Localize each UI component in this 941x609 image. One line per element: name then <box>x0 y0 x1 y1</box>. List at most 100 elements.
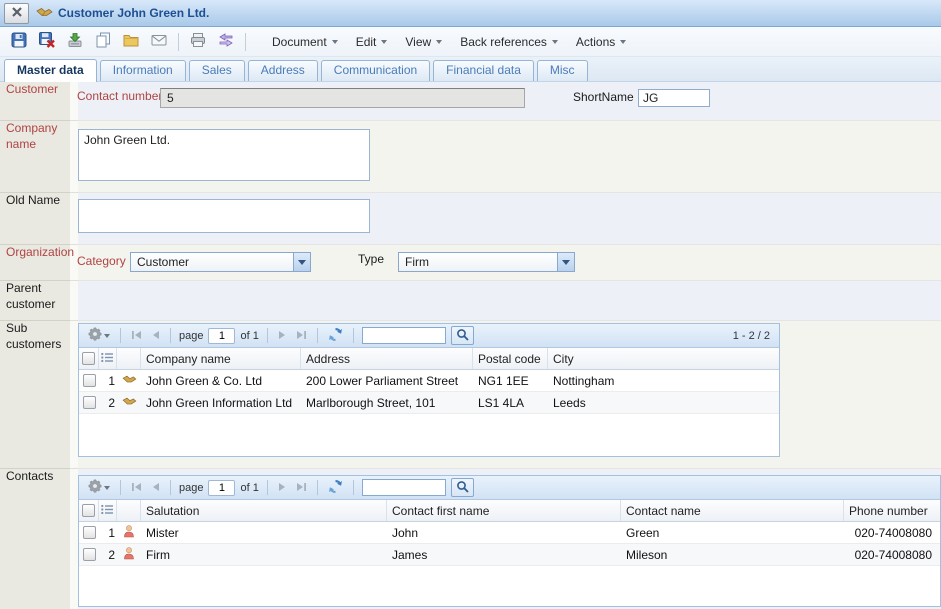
folder-icon <box>123 32 139 51</box>
page-label: page <box>179 482 203 494</box>
select-all-checkbox[interactable] <box>82 504 95 517</box>
company-handshake-icon <box>122 374 137 388</box>
menu-edit-label: Edit <box>356 35 377 49</box>
tab-misc[interactable]: Misc <box>537 60 588 81</box>
type-select[interactable]: Firm <box>398 252 575 272</box>
import-button[interactable] <box>63 31 87 53</box>
print-button[interactable] <box>186 31 210 53</box>
contact-number-field[interactable] <box>160 88 525 108</box>
type-select-arrow-icon <box>557 253 574 271</box>
grid-search-input[interactable] <box>362 327 446 344</box>
old-name-field[interactable] <box>78 199 370 233</box>
shortname-label: ShortName <box>573 90 634 104</box>
tab-sales[interactable]: Sales <box>189 60 245 81</box>
section-label-customer: Customer <box>6 82 66 98</box>
prev-page-button[interactable] <box>149 328 162 343</box>
refresh-button[interactable] <box>326 327 345 345</box>
menu-view[interactable]: View <box>396 31 451 53</box>
transfer-button[interactable] <box>214 31 238 53</box>
chevron-down-icon <box>436 40 442 44</box>
grid-search-input[interactable] <box>362 479 446 496</box>
tab-master-data[interactable]: Master data <box>4 59 97 82</box>
print-icon <box>190 32 206 51</box>
column-header-address[interactable]: Address <box>301 348 473 369</box>
page-of-label: of 1 <box>240 482 258 494</box>
grid-settings-button[interactable] <box>86 479 112 496</box>
first-page-button[interactable] <box>129 328 144 343</box>
column-header-salutation[interactable]: Salutation <box>141 500 387 521</box>
refresh-button[interactable] <box>326 479 345 497</box>
tab-information[interactable]: Information <box>100 60 186 81</box>
menu-document-label: Document <box>272 35 327 49</box>
list-icon <box>101 352 114 366</box>
customer-window: Customer John Green Ltd. <box>0 0 941 609</box>
cell-phone: 020-74008080 <box>844 544 940 565</box>
row-number: 2 <box>99 392 117 413</box>
select-all-checkbox[interactable] <box>82 352 95 365</box>
menu-document[interactable]: Document <box>263 31 347 53</box>
last-page-button[interactable] <box>294 480 309 495</box>
contact-row[interactable]: 2 Firm James Mileson 020-74008080 <box>79 544 940 566</box>
sub-customer-row[interactable]: 2 John Green Information Ltd Marlborough… <box>79 392 779 414</box>
row-organization: Organization Category Customer Type Firm <box>0 244 941 280</box>
row-number: 1 <box>99 522 117 543</box>
column-header-city[interactable]: City <box>548 348 779 369</box>
tab-financial-data[interactable]: Financial data <box>433 60 534 81</box>
save-close-button[interactable] <box>35 31 59 53</box>
menu-back-references[interactable]: Back references <box>451 31 567 53</box>
company-name-field[interactable]: John Green Ltd. <box>78 129 370 181</box>
row-contacts: Contacts page of 1 <box>0 468 941 609</box>
column-header-postal-code[interactable]: Postal code <box>473 348 548 369</box>
save-icon <box>11 32 27 51</box>
column-header-company-name[interactable]: Company name <box>141 348 301 369</box>
type-label: Type <box>358 252 384 266</box>
gear-icon <box>88 327 102 344</box>
tab-communication[interactable]: Communication <box>321 60 430 81</box>
tab-address[interactable]: Address <box>248 60 318 81</box>
save-button[interactable] <box>7 31 31 53</box>
row-checkbox[interactable] <box>83 526 96 539</box>
import-icon <box>67 32 83 51</box>
column-header-contact-name[interactable]: Contact name <box>621 500 844 521</box>
row-checkbox[interactable] <box>83 548 96 561</box>
last-page-button[interactable] <box>294 328 309 343</box>
next-page-button[interactable] <box>276 480 289 495</box>
prev-page-icon <box>151 480 160 495</box>
page-input[interactable] <box>208 480 235 496</box>
menu-edit[interactable]: Edit <box>347 31 397 53</box>
contacts-grid-toolbar: page of 1 <box>79 476 940 500</box>
menu-actions[interactable]: Actions <box>567 31 635 53</box>
row-checkbox[interactable] <box>83 396 96 409</box>
section-label-parent-customer: Parent customer <box>6 281 66 312</box>
column-header-contact-first-name[interactable]: Contact first name <box>387 500 621 521</box>
page-input[interactable] <box>208 328 235 344</box>
cell-last-name: Green <box>621 522 844 543</box>
row-checkbox[interactable] <box>83 374 96 387</box>
next-page-button[interactable] <box>276 328 289 343</box>
grid-settings-button[interactable] <box>86 327 112 344</box>
grid-search-button[interactable] <box>451 326 474 345</box>
grid-search-button[interactable] <box>451 478 474 497</box>
page-of-label: of 1 <box>240 330 258 342</box>
chevron-down-icon <box>552 40 558 44</box>
chevron-down-icon <box>381 40 387 44</box>
close-button[interactable] <box>4 3 29 24</box>
master-data-panel: Customer Contact number ShortName Compan… <box>0 82 941 609</box>
sub-customer-row[interactable]: 1 John Green & Co. Ltd 200 Lower Parliam… <box>79 370 779 392</box>
column-header-phone-number[interactable]: Phone number <box>844 500 940 521</box>
search-icon <box>456 328 469 344</box>
shortname-field[interactable] <box>638 89 710 107</box>
prev-page-button[interactable] <box>149 480 162 495</box>
category-select[interactable]: Customer <box>130 252 311 272</box>
contact-row[interactable]: 1 Mister John Green 020-74008080 <box>79 522 940 544</box>
mail-button[interactable] <box>147 31 171 53</box>
copy-button[interactable] <box>91 31 115 53</box>
folder-button[interactable] <box>119 31 143 53</box>
section-label-old-name: Old Name <box>6 193 66 209</box>
cell-postal-code: NG1 1EE <box>473 370 548 391</box>
section-label-company-name: Company name <box>6 121 66 152</box>
cell-first-name: John <box>387 522 621 543</box>
first-page-button[interactable] <box>129 480 144 495</box>
transfer-icon <box>218 32 234 51</box>
cell-company-name: John Green & Co. Ltd <box>141 370 301 391</box>
